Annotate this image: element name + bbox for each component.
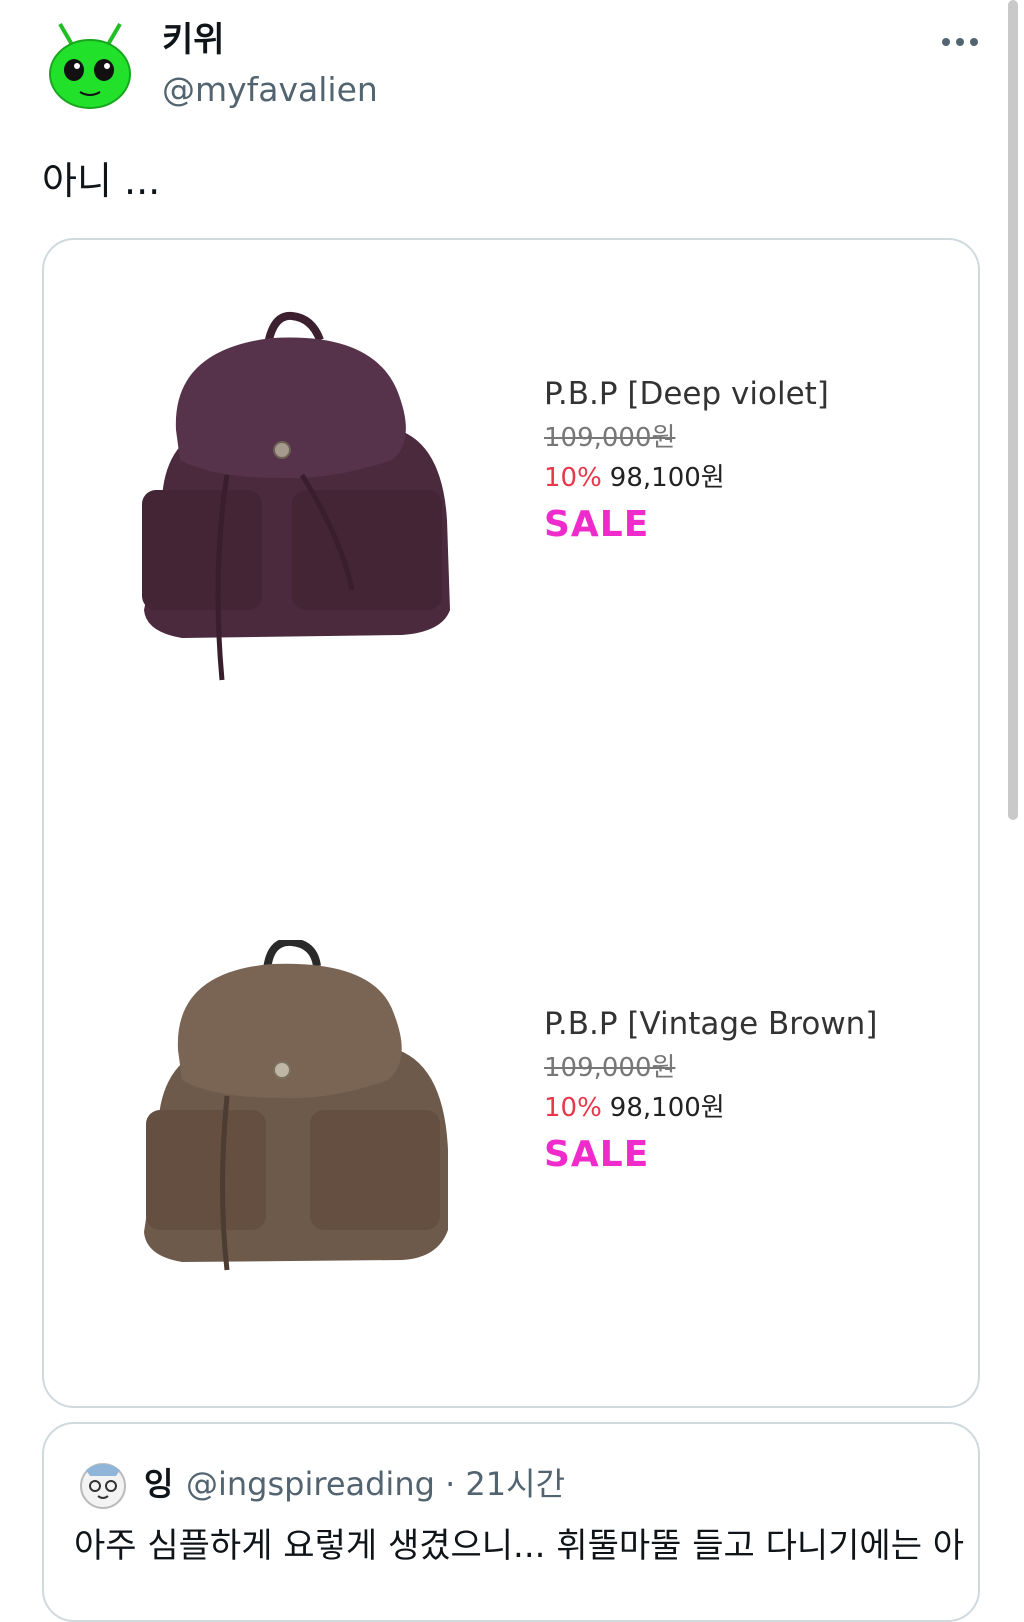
product-info: P.B.P [Vintage Brown] 109,000원 10% 98,100… [544, 1004, 877, 1178]
scrollbar[interactable] [1008, 0, 1018, 820]
author-display-name[interactable]: 키위 [162, 20, 225, 60]
quote-handle-time: @ingspireading · 21시간 [186, 1464, 565, 1504]
author-avatar[interactable] [46, 18, 134, 116]
discount-rate: 10% [544, 1093, 602, 1123]
quote-handle[interactable]: @ingspireading [186, 1465, 435, 1503]
tweet-text: 아니 ... [42, 159, 161, 203]
discount-rate: 10% [544, 463, 602, 493]
quoted-tweet[interactable]: 잉 @ingspireading · 21시간 아주 심플하게 요렇게 생겼으니… [42, 1422, 980, 1622]
more-options-button[interactable] [938, 28, 982, 56]
original-price: 109,000원 [544, 423, 676, 453]
sale-badge: SALE [544, 1134, 650, 1175]
sale-price-row: 10% 98,100원 [544, 1090, 877, 1126]
product-info: P.B.P [Deep violet] 109,000원 10% 98,100원 … [544, 374, 829, 548]
tweet-media-image[interactable]: P.B.P [Deep violet] 109,000원 10% 98,100원 … [42, 238, 980, 1408]
quote-author-avatar[interactable] [76, 1456, 130, 1510]
quote-text: 아주 심플하게 요렇게 생겼으니... 휘뚤마뚤 들고 다니기에는 아 [74, 1526, 965, 1566]
original-price: 109,000원 [544, 1053, 676, 1083]
more-dots-icon [942, 38, 978, 46]
sale-price: 98,100원 [609, 1093, 725, 1123]
product-item-deep-violet: P.B.P [Deep violet] 109,000원 10% 98,100원 … [44, 310, 978, 730]
sale-badge: SALE [544, 504, 650, 545]
quote-timestamp[interactable]: · 21시간 [445, 1465, 565, 1503]
alien-avatar-icon [49, 22, 131, 109]
sale-price: 98,100원 [609, 463, 725, 493]
backpack-violet-image [142, 311, 450, 681]
product-item-vintage-brown: P.B.P [Vintage Brown] 109,000원 10% 98,100… [44, 940, 978, 1360]
product-name: P.B.P [Vintage Brown] [544, 1006, 878, 1042]
author-handle[interactable]: @myfavalien [162, 70, 378, 110]
backpack-brown-image [144, 940, 448, 1271]
quote-display-name[interactable]: 잉 [144, 1464, 173, 1504]
sale-price-row: 10% 98,100원 [544, 460, 829, 496]
product-name: P.B.P [Deep violet] [544, 376, 829, 412]
